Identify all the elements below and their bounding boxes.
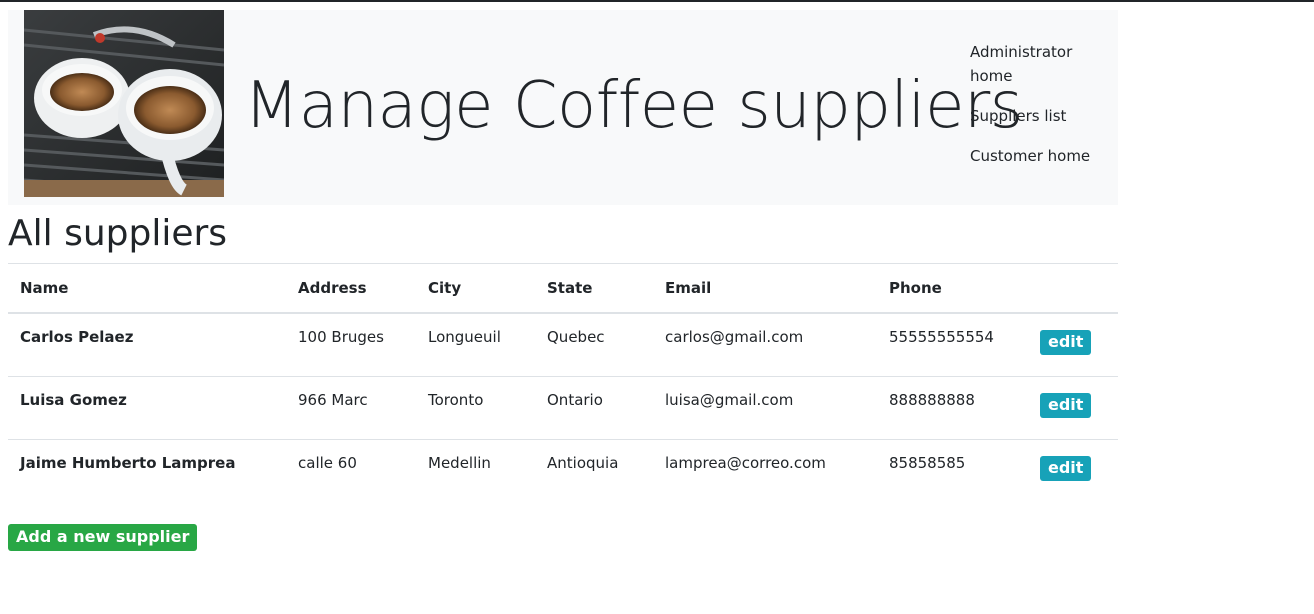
supplier-actions: edit	[1028, 376, 1118, 440]
supplier-city: Toronto	[416, 376, 535, 440]
supplier-address: 100 Bruges	[286, 313, 416, 377]
supplier-actions: edit	[1028, 439, 1118, 502]
nav-link-suppliers-list[interactable]: Suppliers list	[970, 104, 1110, 128]
supplier-phone: 888888888	[877, 376, 1028, 440]
suppliers-table: Name Address City State Email Phone Carl…	[8, 263, 1118, 502]
column-header-actions	[1028, 263, 1118, 314]
supplier-state: Quebec	[535, 313, 653, 377]
table-row: Luisa Gomez 966 Marc Toronto Ontario lui…	[8, 376, 1118, 440]
header-nav: Administrator home Suppliers list Custom…	[970, 40, 1110, 184]
supplier-actions: edit	[1028, 313, 1118, 377]
supplier-name: Luisa Gomez	[8, 376, 286, 440]
supplier-address: 966 Marc	[286, 376, 416, 440]
supplier-email: luisa@gmail.com	[653, 376, 877, 440]
edit-button[interactable]: edit	[1040, 330, 1092, 355]
page-title: Manage Coffee suppliers	[244, 69, 1023, 143]
nav-link-customer-home[interactable]: Customer home	[970, 144, 1110, 168]
coffee-cups-image	[24, 10, 224, 197]
add-supplier-button[interactable]: Add a new supplier	[8, 524, 198, 551]
column-header-address: Address	[286, 263, 416, 314]
edit-button[interactable]: edit	[1040, 455, 1092, 481]
supplier-phone: 55555555554	[877, 313, 1028, 377]
page: Manage Coffee suppliers Administrator ho…	[8, 10, 1118, 551]
column-header-email: Email	[653, 263, 877, 314]
supplier-email: lamprea@correo.com	[665, 453, 826, 472]
supplier-city: Longueuil	[416, 313, 535, 377]
table-row: Carlos Pelaez 100 Bruges Longueuil Quebe…	[8, 313, 1118, 377]
supplier-name: Carlos Pelaez	[8, 313, 286, 377]
column-header-phone: Phone	[877, 263, 1028, 314]
supplier-phone: 85858585	[889, 453, 966, 472]
supplier-address: calle 60	[298, 453, 357, 472]
column-header-city: City	[416, 263, 535, 314]
header-banner: Manage Coffee suppliers Administrator ho…	[8, 10, 1118, 205]
section-title: All suppliers	[8, 213, 228, 254]
edit-button[interactable]: edit	[1040, 392, 1092, 418]
column-header-state: State	[535, 263, 653, 314]
supplier-name: Jaime Humberto Lamprea	[20, 453, 236, 472]
supplier-email: carlos@gmail.com	[653, 313, 877, 377]
supplier-state: Ontario	[535, 376, 653, 440]
table-row: Jaime Humberto Lamprea calle 60 Medellin…	[8, 439, 1118, 502]
column-header-name: Name	[8, 263, 286, 314]
nav-link-administrator-home[interactable]: Administrator home	[970, 40, 1110, 88]
table-header-row: Name Address City State Email Phone	[8, 263, 1118, 314]
supplier-city: Medellin	[428, 453, 491, 472]
supplier-state: Antioquia	[547, 453, 619, 472]
